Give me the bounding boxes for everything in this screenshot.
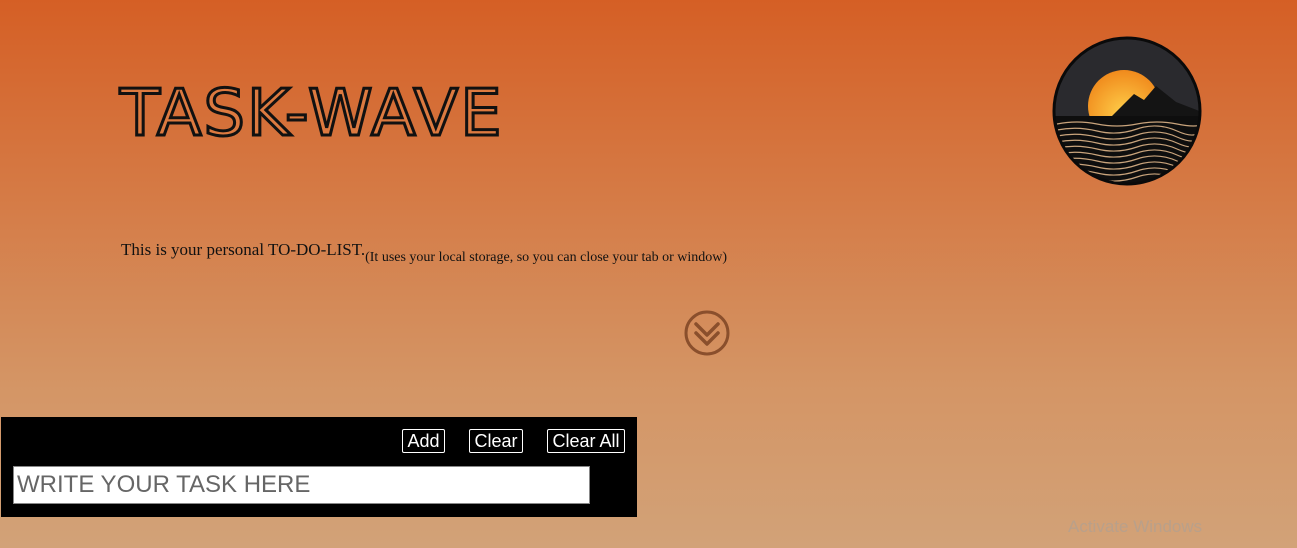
add-task-button[interactable]: Add [402, 429, 445, 453]
clear-input-button[interactable]: Clear [469, 429, 523, 453]
double-chevron-down-icon[interactable] [683, 308, 731, 358]
app-title: TASK-WAVE [118, 77, 504, 151]
task-panel: Add Clear Clear All [1, 417, 637, 517]
clear-all-button[interactable]: Clear All [547, 429, 625, 453]
sunset-waves-logo-icon [1052, 36, 1202, 186]
task-input[interactable] [13, 466, 590, 504]
intro-note-text: (It uses your local storage, so you can … [365, 250, 728, 265]
intro-text: This is your personal TO-DO-LIST.(It use… [121, 240, 727, 265]
intro-main-text: This is your personal TO-DO-LIST. [121, 240, 366, 259]
os-activation-watermark: Activate Windows [1068, 517, 1203, 536]
